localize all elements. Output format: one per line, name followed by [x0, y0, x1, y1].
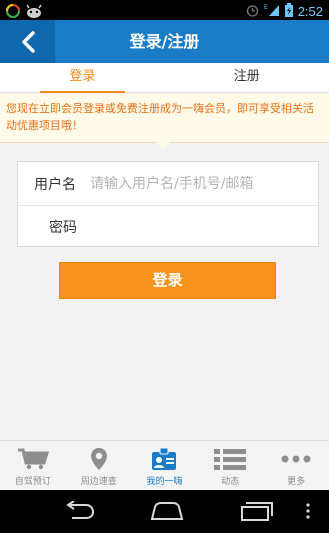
nav-label: 动态: [221, 477, 240, 487]
username-row: 用户名: [18, 162, 318, 205]
tab-register[interactable]: 注册: [165, 63, 329, 92]
bottom-navigation: 自驾预订 周边速查 我的一嗨 动态 更多: [0, 440, 329, 490]
status-bar: E 2:52: [0, 0, 329, 20]
member-card-icon: [151, 447, 177, 471]
nav-label: 周边速查: [80, 477, 117, 487]
nav-item-my-account[interactable]: 我的一嗨: [132, 441, 198, 490]
app-header: 登录/注册: [0, 20, 329, 63]
nav-item-news[interactable]: 动态: [197, 441, 263, 490]
battery-icon: [284, 2, 293, 21]
status-time: 2:52: [297, 4, 323, 19]
nav-label: 我的一嗨: [146, 477, 183, 487]
username-input[interactable]: [90, 175, 312, 192]
login-button[interactable]: 登录: [59, 262, 276, 299]
chevron-left-icon: [21, 30, 35, 53]
signal-icon: E: [264, 2, 280, 21]
recent-apps-icon[interactable]: [240, 501, 274, 525]
alarm-icon: [246, 2, 259, 21]
nav-label: 更多: [287, 477, 306, 487]
cart-icon: [17, 447, 49, 471]
location-pin-icon: [90, 447, 108, 471]
nav-label: 自驾预订: [14, 477, 51, 487]
more-dots-icon: [280, 447, 312, 471]
svg-text:E: E: [264, 4, 268, 11]
overflow-menu-icon[interactable]: [305, 503, 311, 523]
member-notice: 您现在立即会员登录或免费注册成为一嗨会员，即可享受相关活动优惠项目哦！: [0, 94, 329, 143]
home-icon[interactable]: [150, 501, 184, 525]
list-icon: [214, 447, 247, 471]
back-arrow-icon[interactable]: [62, 500, 96, 525]
password-row[interactable]: 密码: [18, 205, 318, 248]
tab-login[interactable]: 登录: [0, 63, 165, 93]
back-button[interactable]: [0, 20, 55, 63]
system-navigation-bar: [0, 490, 329, 533]
notice-pointer: [156, 142, 170, 149]
login-form: 用户名 密码: [17, 161, 319, 247]
nav-item-self-drive-booking[interactable]: 自驾预订: [0, 441, 66, 490]
password-label: 密码: [49, 220, 77, 236]
login-register-tabs: 登录 注册: [0, 63, 329, 93]
nav-item-nearby[interactable]: 周边速查: [66, 441, 132, 490]
nav-item-more[interactable]: 更多: [263, 441, 329, 490]
username-label: 用户名: [34, 176, 76, 193]
